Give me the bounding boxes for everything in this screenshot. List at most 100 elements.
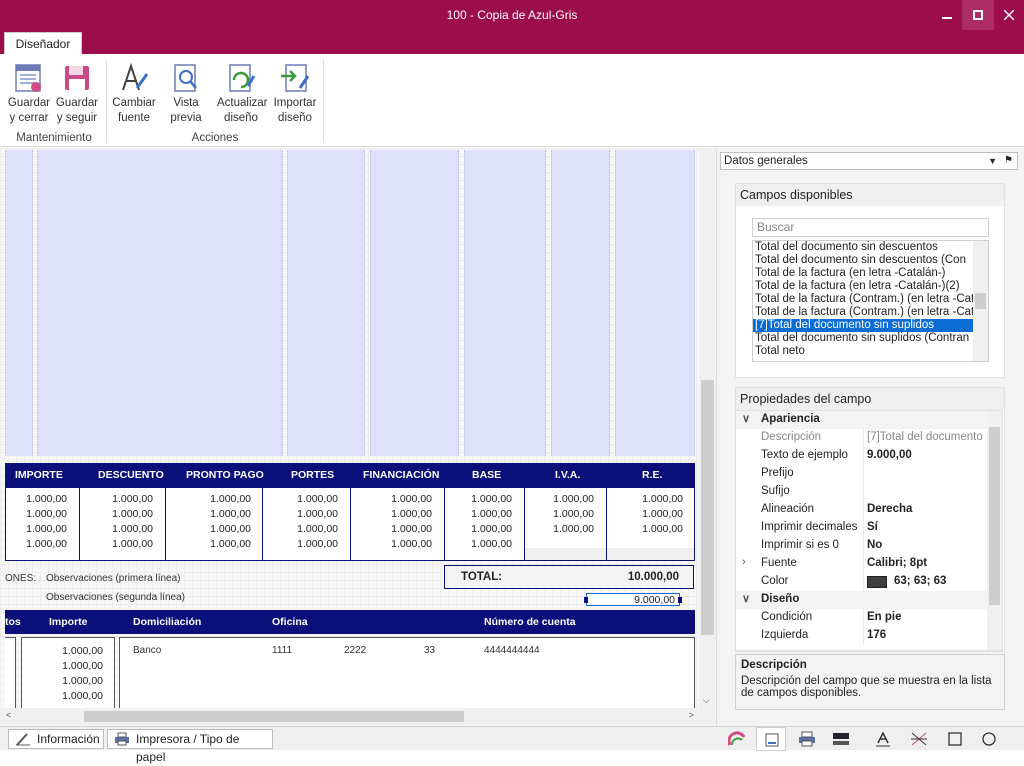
minimize-button[interactable] [932, 0, 962, 30]
rectangle-icon[interactable] [946, 731, 964, 747]
change-font-button[interactable]: Cambiar fuente [110, 62, 158, 126]
totals-cell[interactable]: 1.000,00 [93, 523, 153, 535]
payment-office-2[interactable]: 2222 [344, 645, 366, 656]
category-appearance[interactable]: ∨ Apariencia [736, 411, 1002, 429]
category-design[interactable]: ∨ Diseño [736, 591, 1002, 609]
payment-amount-cell[interactable]: 1.000,00 [43, 660, 103, 672]
tab-information[interactable]: Información [8, 729, 104, 749]
barcode-icon[interactable] [832, 731, 850, 747]
payment-office[interactable]: 1111 [272, 645, 292, 656]
expand-icon[interactable]: › [742, 556, 746, 568]
totals-cell[interactable]: 1.000,00 [372, 538, 432, 550]
totals-cell[interactable]: 1.000,00 [452, 523, 512, 535]
maximize-button[interactable] [962, 0, 994, 30]
scroll-thumb[interactable] [989, 427, 1000, 605]
scroll-thumb[interactable] [975, 293, 986, 309]
totals-cell[interactable]: 1.000,00 [623, 508, 683, 520]
resize-handle[interactable] [678, 597, 682, 603]
canvas-horizontal-scrollbar[interactable]: < > [0, 708, 716, 725]
close-button[interactable] [994, 0, 1024, 30]
property-row[interactable]: Alineación Derecha [736, 501, 1002, 519]
totals-cell[interactable]: 1.000,00 [7, 538, 67, 550]
payment-bank[interactable]: Banco [133, 645, 161, 656]
totals-cell[interactable]: 1.000,00 [623, 493, 683, 505]
resize-handle[interactable] [584, 597, 588, 603]
totals-cell[interactable]: 1.000,00 [278, 538, 338, 550]
properties-scrollbar[interactable] [987, 411, 1002, 650]
totals-cell[interactable]: 1.000,00 [191, 508, 251, 520]
totals-cell[interactable]: 1.000,00 [7, 493, 67, 505]
fields-list[interactable]: Total del documento sin descuentos Total … [752, 240, 989, 362]
totals-cell[interactable]: 1.000,00 [7, 508, 67, 520]
save-continue-button[interactable]: Guardar y seguir [53, 62, 101, 126]
observations-line-2[interactable]: Observaciones (segunda línea) [46, 592, 185, 603]
property-row[interactable]: Sufijo [736, 483, 1002, 501]
totals-cell[interactable]: 1.000,00 [7, 523, 67, 535]
property-value[interactable]: 9.000,00 [867, 449, 912, 461]
property-value[interactable]: Sí [867, 521, 878, 533]
payment-account[interactable]: 4444444444 [484, 645, 540, 656]
update-design-button[interactable]: Actualizar diseño [217, 62, 268, 126]
field-list-item[interactable]: Total del documento sin descuentos [753, 241, 973, 254]
color-swatch[interactable] [867, 576, 887, 588]
totals-cell[interactable]: 1.000,00 [534, 493, 594, 505]
data-source-combo[interactable]: Datos generales ▼ ⚑ [720, 152, 1018, 170]
field-list-item[interactable]: Total de la factura (Contram.) (en letra… [753, 306, 973, 319]
save-close-button[interactable]: Guardar y cerrar [5, 62, 53, 126]
property-row[interactable]: Color 63; 63; 63 [736, 573, 1002, 591]
scroll-thumb[interactable] [701, 380, 714, 635]
search-input[interactable]: Buscar [752, 218, 989, 237]
lines-icon[interactable] [910, 731, 928, 747]
property-row[interactable]: Condición En pie [736, 609, 1002, 627]
totals-cell[interactable]: 1.000,00 [452, 493, 512, 505]
payment-amount-cell[interactable]: 1.000,00 [43, 675, 103, 687]
totals-cell[interactable]: 1.000,00 [191, 493, 251, 505]
tab-designer[interactable]: Diseñador [4, 32, 82, 54]
property-row[interactable]: › Fuente Calibri; 8pt [736, 555, 1002, 573]
active-panel-tab[interactable] [756, 727, 786, 751]
property-value[interactable]: 176 [867, 629, 886, 641]
tab-printer[interactable]: Impresora / Tipo de papel [107, 729, 273, 764]
totals-cell[interactable]: 1.000,00 [534, 523, 594, 535]
totals-cell[interactable]: 1.000,00 [534, 508, 594, 520]
totals-cell[interactable]: 1.000,00 [278, 508, 338, 520]
property-row[interactable]: Imprimir si es 0 No [736, 537, 1002, 555]
chevron-down-icon[interactable]: ▼ [988, 153, 997, 169]
scroll-thumb[interactable] [84, 711, 464, 722]
totals-cell[interactable]: 1.000,00 [372, 508, 432, 520]
totals-cell[interactable]: 1.000,00 [452, 538, 512, 550]
totals-cell[interactable]: 1.000,00 [278, 523, 338, 535]
payment-amount-cell[interactable]: 1.000,00 [43, 690, 103, 702]
observations-line-1[interactable]: Observaciones (primera línea) [46, 573, 181, 584]
property-value[interactable]: [7]Total del documento [867, 431, 983, 443]
palette-icon[interactable] [728, 731, 746, 747]
field-list-item[interactable]: Total del documento sin suplidos (Contra… [753, 332, 973, 345]
selected-field[interactable]: 9.000,00 [584, 593, 682, 606]
property-row[interactable]: Imprimir decimales Sí [736, 519, 1002, 537]
property-row[interactable]: Texto de ejemplo 9.000,00 [736, 447, 1002, 465]
totals-cell[interactable]: 1.000,00 [191, 523, 251, 535]
total-box[interactable]: TOTAL: 10.000,00 [444, 565, 694, 589]
totals-cell[interactable]: 1.000,00 [623, 523, 683, 535]
property-value[interactable]: Derecha [867, 503, 912, 515]
scroll-right-icon[interactable]: > [689, 710, 694, 720]
totals-cell[interactable]: 1.000,00 [372, 493, 432, 505]
totals-cell[interactable]: 1.000,00 [191, 538, 251, 550]
scroll-left-icon[interactable]: < [6, 710, 11, 720]
property-value[interactable]: 63; 63; 63 [894, 575, 946, 587]
circle-icon[interactable] [980, 731, 998, 747]
pin-icon[interactable]: ⚑ [1004, 153, 1013, 169]
field-list-item[interactable]: Total de la factura (en letra -Catalán-) [753, 267, 973, 280]
field-list-item[interactable]: Total de la factura (Contram.) (en letra… [753, 293, 973, 306]
totals-cell[interactable]: 1.000,00 [93, 508, 153, 520]
designer-canvas[interactable]: IMPORTE DESCUENTO PRONTO PAGO PORTES FIN… [0, 148, 716, 728]
printer-icon[interactable] [798, 731, 816, 747]
collapse-icon[interactable]: ∨ [742, 412, 750, 425]
property-value[interactable]: Calibri; 8pt [867, 557, 927, 569]
payment-amount-cell[interactable]: 1.000,00 [43, 645, 103, 657]
field-list-item[interactable]: [7]Total del documento sin suplidos [753, 319, 973, 332]
property-row[interactable]: Descripción [7]Total del documento [736, 429, 1002, 447]
property-row[interactable]: Izquierda 176 [736, 627, 1002, 645]
field-list-item[interactable]: Total neto [753, 345, 973, 358]
totals-cell[interactable]: 1.000,00 [278, 493, 338, 505]
